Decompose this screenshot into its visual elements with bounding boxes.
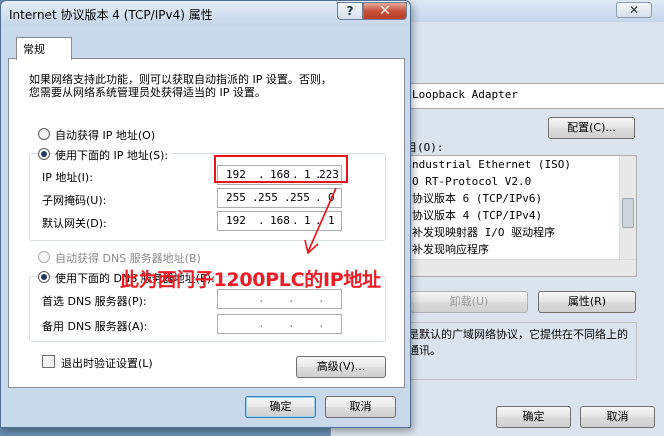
tab-general[interactable]: 常规 — [16, 37, 72, 60]
annotation-text: 此为西门子1200PLC的IP地址 — [120, 269, 381, 291]
annotation-arrow-icon — [304, 187, 337, 255]
